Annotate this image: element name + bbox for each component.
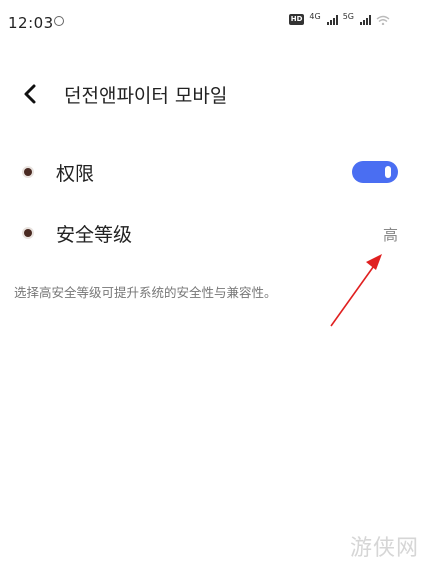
notification-icon <box>54 16 64 26</box>
back-arrow-icon[interactable] <box>20 82 40 106</box>
watermark: 游侠网 <box>350 536 420 561</box>
network-4g-label: 4G <box>309 12 321 21</box>
security-level-label: 安全等级 <box>56 224 133 246</box>
security-level-value[interactable]: 高 <box>383 224 398 245</box>
permissions-toggle[interactable] <box>352 161 398 183</box>
bullet-icon <box>24 229 32 237</box>
permissions-row[interactable]: 权限 <box>0 150 430 194</box>
security-description: 选择高安全等级可提升系统的安全性与兼容性。 <box>14 285 277 300</box>
title-bar: 던전앤파이터 모바일 <box>0 74 430 114</box>
toggle-knob <box>385 166 391 178</box>
hd-icon: HD <box>288 14 305 25</box>
system-icons: HD 4G 5G <box>288 12 390 25</box>
status-bar: 12:03 HD 4G 5G <box>0 0 430 46</box>
signal-icon-2 <box>360 15 371 25</box>
bullet-icon <box>24 168 32 176</box>
page-title: 던전앤파이터 모바일 <box>64 85 228 107</box>
status-time: 12:03 <box>8 14 54 32</box>
wifi-icon <box>376 15 390 25</box>
network-5g-label: 5G <box>342 12 354 21</box>
permissions-label: 权限 <box>56 163 95 185</box>
signal-icon <box>326 15 338 25</box>
security-level-row[interactable]: 安全等级 高 <box>0 211 430 255</box>
